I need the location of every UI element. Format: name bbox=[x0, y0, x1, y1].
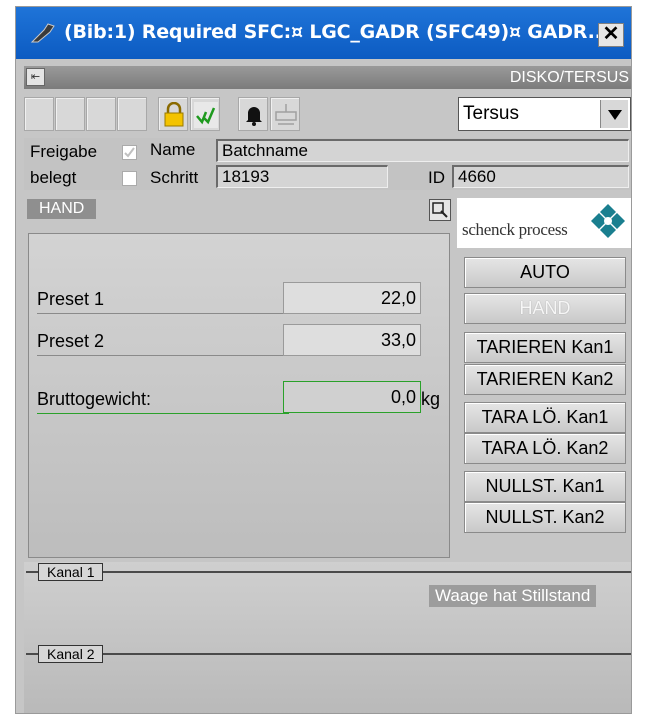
nullst-kan2-button[interactable]: NULLST. Kan2 bbox=[464, 502, 626, 533]
belegt-label: belegt bbox=[30, 168, 77, 187]
brutto-unit: kg bbox=[421, 389, 441, 409]
freigabe-label: Freigabe bbox=[30, 142, 98, 161]
preset-panel: Preset 1 22,0 Preset 2 33,0 Bruttogewich… bbox=[28, 233, 450, 558]
preset2-value[interactable]: 33,0 bbox=[283, 324, 421, 356]
preset1-underline bbox=[37, 313, 289, 314]
kanal1-tag: Kanal 1 bbox=[38, 563, 104, 581]
bell-icon bbox=[246, 107, 262, 126]
pin-icon[interactable]: ⇤ bbox=[26, 68, 45, 86]
preset2-underline bbox=[37, 355, 289, 356]
channel-area: Kanal 1 Waage hat Stillstand Kanal 2 bbox=[24, 562, 631, 713]
tara-lo-kan2-button[interactable]: TARA LÖ. Kan2 bbox=[464, 433, 626, 464]
lock-button[interactable] bbox=[158, 97, 188, 131]
magnify-icon bbox=[432, 202, 448, 218]
zoom-button[interactable] bbox=[429, 199, 451, 221]
preset1-value[interactable]: 22,0 bbox=[283, 282, 421, 314]
check-icon bbox=[124, 147, 135, 158]
mode-label: HAND bbox=[27, 199, 97, 219]
station-select-value: Tersus bbox=[463, 103, 519, 124]
auto-button[interactable]: AUTO bbox=[464, 257, 626, 288]
hand-button[interactable]: HAND bbox=[464, 293, 626, 324]
toolbar-button-2[interactable] bbox=[55, 97, 85, 131]
schritt-field: 18193 bbox=[216, 165, 388, 188]
sfc-window: (Bib:1) Required SFC:¤ LGC_GADR (SFC49)¤… bbox=[15, 6, 632, 714]
logo-text: schenck process bbox=[462, 220, 568, 239]
scale-icon bbox=[275, 104, 297, 125]
window-title: (Bib:1) Required SFC:¤ LGC_GADR (SFC49)¤… bbox=[64, 21, 609, 43]
brutto-value: 0,0 bbox=[283, 381, 421, 413]
check-signal-icon bbox=[194, 102, 218, 128]
command-panel: schenck process AUTO HAND TARIEREN Kan1 … bbox=[457, 198, 631, 560]
batch-info: Freigabe Name Batchname belegt Schritt 1… bbox=[24, 138, 631, 190]
close-button[interactable]: ✕ bbox=[598, 23, 624, 47]
mode-bar: HAND bbox=[24, 197, 451, 224]
toolbar: Tersus bbox=[24, 93, 631, 135]
title-bar[interactable]: (Bib:1) Required SFC:¤ LGC_GADR (SFC49)¤… bbox=[16, 7, 631, 59]
tarieren-kan1-button[interactable]: TARIEREN Kan1 bbox=[464, 332, 626, 363]
name-label: Name bbox=[150, 140, 196, 159]
chevron-down-icon bbox=[608, 110, 622, 120]
toolbar-button-4[interactable] bbox=[117, 97, 147, 131]
vendor-logo: schenck process bbox=[457, 198, 631, 248]
header-bar: ⇤ DISKO/TERSUS bbox=[24, 66, 631, 89]
kanal1-divider bbox=[26, 571, 631, 573]
brutto-label: Bruttogewicht: bbox=[37, 389, 152, 409]
toolbar-button-3[interactable] bbox=[86, 97, 116, 131]
schritt-label: Schritt bbox=[150, 168, 199, 187]
preset2-label: Preset 2 bbox=[37, 331, 105, 351]
nullst-kan1-button[interactable]: NULLST. Kan1 bbox=[464, 471, 626, 502]
toolbar-button-1[interactable] bbox=[24, 97, 54, 131]
standstill-status: Waage hat Stillstand bbox=[429, 585, 597, 607]
bell-button[interactable] bbox=[238, 97, 268, 131]
belegt-checkbox[interactable] bbox=[122, 171, 137, 186]
tool-icon bbox=[30, 23, 55, 43]
kanal2-tag: Kanal 2 bbox=[38, 645, 104, 663]
station-select[interactable]: Tersus bbox=[458, 97, 631, 131]
kanal2-divider bbox=[26, 653, 631, 655]
lock-icon bbox=[164, 102, 184, 127]
name-field: Batchname bbox=[216, 139, 629, 162]
signal-button[interactable] bbox=[190, 97, 220, 131]
schenck-logo-icon bbox=[591, 204, 625, 238]
brutto-underline bbox=[37, 413, 289, 414]
header-title: DISKO/TERSUS bbox=[509, 69, 629, 86]
preset1-label: Preset 1 bbox=[37, 289, 105, 309]
id-field: 4660 bbox=[452, 165, 629, 188]
freigabe-checkbox[interactable] bbox=[122, 145, 137, 160]
tara-lo-kan1-button[interactable]: TARA LÖ. Kan1 bbox=[464, 402, 626, 433]
tarieren-kan2-button[interactable]: TARIEREN Kan2 bbox=[464, 364, 626, 395]
scale-button[interactable] bbox=[270, 97, 300, 131]
id-label: ID bbox=[428, 168, 445, 187]
dropdown-arrow[interactable] bbox=[600, 100, 628, 128]
